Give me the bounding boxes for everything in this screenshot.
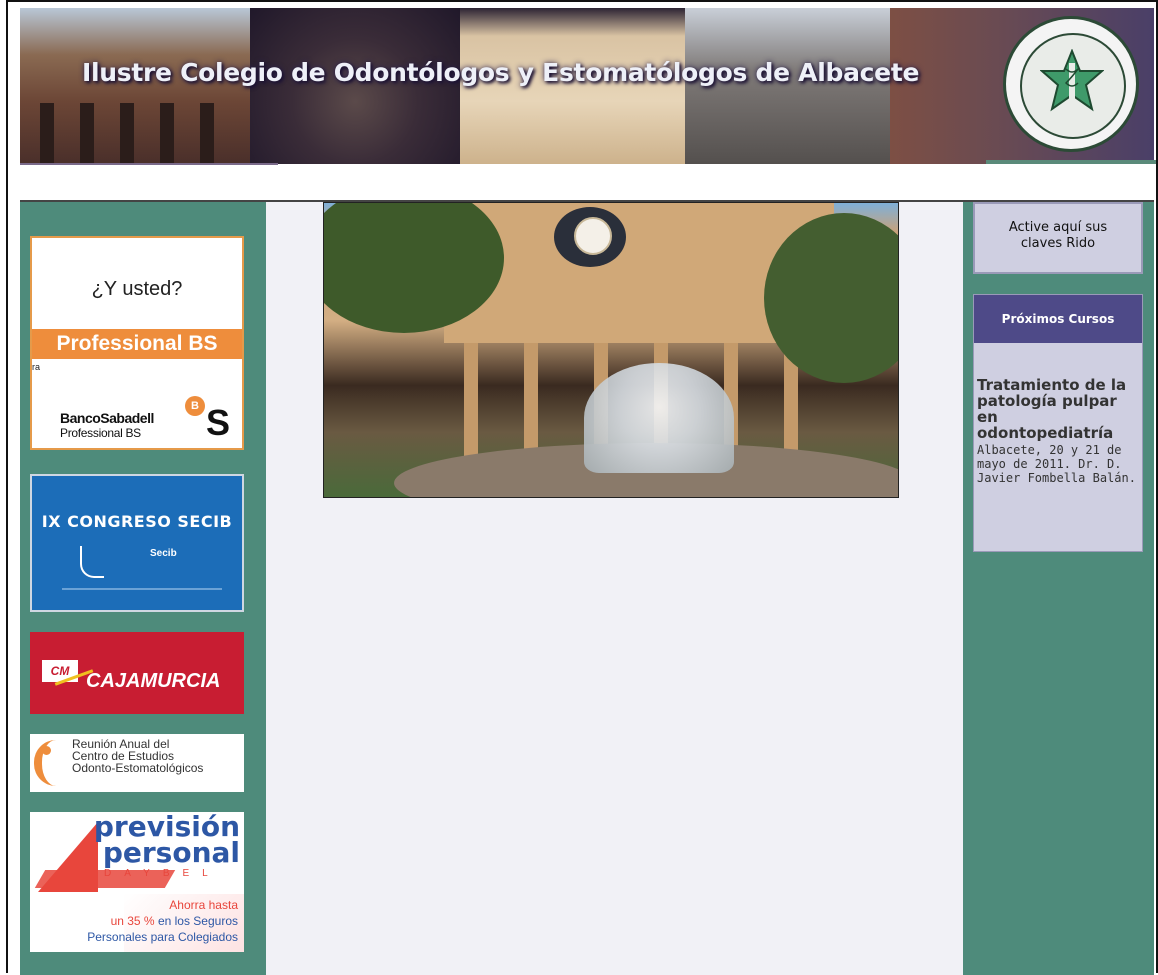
cajamurcia-ad[interactable]: CM CAJAMURCIA	[30, 632, 244, 714]
ad-question: ¿Y usted?	[91, 278, 183, 300]
main-content-area: ¿Y usted? Professional BS ra BancoSabade…	[20, 200, 1154, 975]
site-title: Ilustre Colegio de Odontólogos y Estomat…	[82, 58, 920, 87]
ad-small-text: ra	[32, 362, 41, 372]
photo-column	[524, 343, 538, 463]
course-details: Albacete, 20 y 21 de mayo de 2011. Dr. D…	[977, 443, 1136, 485]
header-banner: Ilustre Colegio de Odontólogos y Estomat…	[20, 8, 1154, 164]
offer-line-2-rest: en los Seguros	[154, 914, 238, 928]
banner-divider	[20, 163, 278, 165]
secib-emblem-icon	[80, 546, 104, 578]
photo-column	[464, 343, 478, 463]
reunion-anual-ad[interactable]: Reunión Anual del Centro de Estudios Odo…	[30, 734, 244, 792]
banner-underline	[986, 160, 1156, 164]
course-title-link[interactable]: Tratamiento de la patología pulpar en od…	[977, 377, 1139, 441]
building-fountain-photo	[323, 202, 899, 498]
offer-line-1: Ahorra hasta	[169, 898, 238, 912]
clock-icon	[574, 217, 612, 255]
rido-line-2: claves Rido	[1020, 236, 1096, 251]
college-seal-logo[interactable]	[1003, 16, 1139, 152]
rido-keys-link[interactable]: Active aquí sus claves Rido	[973, 202, 1143, 274]
seal-cross-icon	[1040, 49, 1104, 112]
photo-fountain-water	[584, 363, 734, 473]
reunion-line-3: Odonto-Estomatológicos	[72, 761, 204, 775]
secib-congress-ad[interactable]: IX CONGRESO SECIB Secib	[30, 474, 244, 612]
courses-header: Próximos Cursos	[974, 295, 1142, 343]
offer-line-3: Personales para Colegiados	[87, 930, 238, 944]
bank-name: BancoSabadell	[60, 410, 154, 426]
offer-percent: un 35 %	[110, 914, 155, 928]
reunion-text: Reunión Anual del Centro de Estudios Odo…	[72, 738, 203, 774]
bank-circle-icon: B	[185, 396, 205, 416]
offer-line-2: un 35 % en los Seguros	[111, 914, 238, 928]
secib-logo-text: Secib	[150, 548, 177, 559]
cajamurcia-name: CAJAMURCIA	[86, 670, 221, 692]
rido-line-1: Active aquí sus	[1008, 220, 1108, 235]
ad-bar-label: Professional BS	[32, 329, 242, 359]
right-sidebar: Active aquí sus claves Rido Próximos Cur…	[963, 202, 1154, 975]
left-sidebar: ¿Y usted? Professional BS ra BancoSabade…	[20, 202, 266, 975]
ceoe-dot-icon	[42, 746, 51, 755]
secib-title: IX CONGRESO SECIB	[41, 512, 233, 531]
prevision-personal-ad[interactable]: previsión personal DAYBEL Ahorra hasta u…	[30, 812, 244, 952]
upcoming-courses-box: Próximos Cursos Tratamiento de la patolo…	[973, 294, 1143, 552]
secib-divider	[62, 588, 222, 590]
bank-sub: Professional BS	[60, 426, 141, 440]
prevision-line-2: personal	[102, 836, 240, 869]
prevision-brand: DAYBEL	[104, 868, 221, 879]
sabadell-ad[interactable]: ¿Y usted? Professional BS ra BancoSabade…	[30, 236, 244, 450]
bank-s-logo: S	[206, 402, 231, 443]
center-content	[266, 202, 963, 975]
prevision-logo-text: previsión personal	[94, 813, 240, 869]
